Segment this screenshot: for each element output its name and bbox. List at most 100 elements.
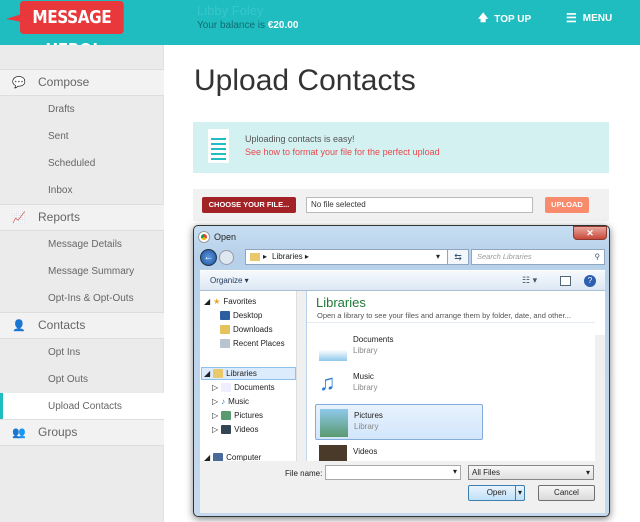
item-name: Videos bbox=[353, 447, 378, 456]
arrow-up-icon: 🡅 bbox=[478, 13, 489, 24]
refresh-icon[interactable]: ⇆ bbox=[447, 249, 469, 265]
sidebar-item-upload-contacts[interactable]: Upload Contacts bbox=[0, 393, 164, 420]
menu-label: MENU bbox=[582, 12, 613, 24]
close-button[interactable]: ✕ bbox=[573, 226, 607, 240]
back-arrow-icon[interactable]: ← bbox=[200, 249, 217, 266]
help-icon[interactable]: ? bbox=[584, 275, 596, 287]
sidebar-item-scheduled[interactable]: Scheduled bbox=[0, 150, 164, 177]
dialog-toolbar: Organize ▾ ☷ ▾ ? bbox=[200, 270, 605, 291]
sidebar-item-drafts[interactable]: Drafts bbox=[0, 96, 164, 123]
balance-label: Your balance is bbox=[197, 20, 266, 31]
pictures-icon bbox=[221, 411, 232, 420]
sidebar-section-reports[interactable]: 📈 Reports bbox=[0, 204, 164, 231]
library-item-videos[interactable]: Videos bbox=[315, 441, 475, 461]
file-type-select[interactable]: All Files ▾ bbox=[468, 465, 594, 480]
open-file-dialog: Open ✕ ← ▸ Libraries ▸ ▾ ⇆ Search Librarie… bbox=[193, 225, 610, 517]
upload-button[interactable]: UPLOAD bbox=[545, 197, 589, 213]
sidebar-section-compose[interactable]: 💬 Compose bbox=[0, 69, 164, 96]
chrome-icon bbox=[199, 232, 209, 242]
sidebar-item-inbox[interactable]: Inbox bbox=[0, 177, 164, 204]
library-item-documents[interactable]: Documents Library bbox=[315, 329, 475, 365]
nav-label: Pictures bbox=[234, 411, 264, 420]
nav-favorites[interactable]: ◢ ★ Favorites bbox=[204, 297, 256, 306]
content-scrollbar[interactable] bbox=[595, 335, 605, 461]
organize-button[interactable]: Organize ▾ bbox=[210, 276, 249, 285]
info-box: Uploading contacts is easy! See how to f… bbox=[193, 122, 609, 173]
search-input[interactable]: Search Libraries ⚲ bbox=[471, 249, 605, 265]
cancel-button[interactable]: Cancel bbox=[538, 485, 595, 501]
file-list: Libraries Open a library to see your fil… bbox=[307, 291, 605, 461]
forward-arrow-icon[interactable] bbox=[219, 250, 234, 265]
format-help-link[interactable]: See how to format your file for the perf… bbox=[245, 147, 440, 157]
choose-file-button[interactable]: CHOOSE YOUR FILE... bbox=[202, 197, 296, 213]
music-icon: ♪ bbox=[221, 397, 226, 406]
preview-pane-icon[interactable] bbox=[560, 276, 571, 286]
sidebar-item-opt-ins[interactable]: Opt Ins bbox=[0, 339, 164, 366]
nav-music[interactable]: ▷ ♪ Music bbox=[212, 397, 249, 406]
section-label: Contacts bbox=[38, 318, 86, 332]
divider bbox=[307, 322, 595, 323]
sidebar-item-message-details[interactable]: Message Details bbox=[0, 231, 164, 258]
sidebar-section-groups[interactable]: 👥 Groups bbox=[0, 419, 164, 446]
downloads-icon bbox=[220, 325, 230, 334]
videos-icon bbox=[221, 425, 232, 434]
sidebar-section-contacts[interactable]: 👤 Contacts bbox=[0, 312, 164, 339]
sidebar: 💬 Compose Drafts Sent Scheduled Inbox 📈 Re… bbox=[0, 45, 164, 522]
view-options-icon[interactable]: ☷ ▾ bbox=[522, 275, 537, 286]
sidebar-item-opt-ins-outs[interactable]: Opt-Ins & Opt-Outs bbox=[0, 285, 164, 312]
nav-scrollbar[interactable] bbox=[296, 291, 306, 461]
section-label: Groups bbox=[38, 425, 78, 439]
recent-places-icon bbox=[220, 339, 230, 348]
nav-videos[interactable]: ▷ Videos bbox=[212, 425, 258, 434]
nav-downloads[interactable]: Downloads bbox=[220, 325, 273, 334]
nav-libraries[interactable]: ◢ Libraries bbox=[204, 369, 257, 378]
library-item-music[interactable]: ♫ Music Library bbox=[315, 366, 475, 402]
nav-documents[interactable]: ▷ Documents bbox=[212, 383, 275, 392]
documents-icon bbox=[221, 383, 232, 392]
videos-library-icon bbox=[319, 445, 347, 461]
sidebar-item-opt-outs[interactable]: Opt Outs bbox=[0, 366, 164, 393]
nav-label: Documents bbox=[234, 383, 275, 392]
hamburger-icon: ☰ bbox=[566, 11, 577, 25]
top-up-label: TOP UP bbox=[494, 14, 532, 25]
file-type-value: All Files bbox=[472, 468, 501, 477]
section-label: Compose bbox=[38, 75, 90, 89]
top-up-button[interactable]: 🡅 TOP UP bbox=[478, 11, 531, 28]
nav-label: Music bbox=[228, 397, 250, 406]
desktop-icon bbox=[220, 311, 230, 320]
file-name-label: File name: bbox=[285, 469, 323, 478]
info-text: Uploading contacts is easy! bbox=[245, 134, 355, 144]
chevron-down-icon[interactable]: ▾ bbox=[453, 467, 457, 476]
group-icon: 👥 bbox=[12, 427, 26, 439]
nav-label: Recent Places bbox=[233, 339, 285, 348]
chevron-down-icon: ▾ bbox=[585, 468, 590, 477]
item-type: Library bbox=[354, 422, 379, 431]
music-library-icon: ♫ bbox=[319, 370, 336, 395]
dialog-footer: File name: ▾ All Files ▾ Open ▾ Cancel bbox=[200, 461, 605, 513]
star-icon: ★ bbox=[213, 297, 221, 306]
section-label: Reports bbox=[38, 210, 81, 224]
nav-pictures[interactable]: ▷ Pictures bbox=[212, 411, 263, 420]
sidebar-item-sent[interactable]: Sent bbox=[0, 123, 164, 150]
spreadsheet-icon bbox=[208, 129, 229, 163]
pictures-library-icon bbox=[320, 409, 348, 437]
file-name-display: No file selected bbox=[306, 197, 533, 213]
libraries-heading: Libraries bbox=[316, 295, 366, 310]
open-button[interactable]: Open ▾ bbox=[468, 485, 525, 501]
nav-desktop[interactable]: Desktop bbox=[220, 311, 262, 320]
address-text: Libraries bbox=[272, 252, 303, 261]
chevron-down-icon[interactable]: ▾ bbox=[514, 486, 522, 500]
library-item-pictures[interactable]: Pictures Library bbox=[315, 404, 483, 440]
nav-label: Desktop bbox=[233, 311, 263, 320]
item-name: Music bbox=[353, 372, 374, 381]
address-bar[interactable]: ▸ Libraries ▸ ▾ bbox=[245, 249, 469, 265]
nav-label: Downloads bbox=[233, 325, 273, 334]
file-name-input[interactable]: ▾ bbox=[325, 465, 461, 480]
sidebar-item-message-summary[interactable]: Message Summary bbox=[0, 258, 164, 285]
nav-label: Videos bbox=[234, 425, 259, 434]
logo[interactable]: MESSAGE HERO! bbox=[20, 1, 124, 61]
menu-button[interactable]: ☰ MENU bbox=[566, 11, 612, 25]
nav-recent-places[interactable]: Recent Places bbox=[220, 339, 285, 348]
item-type: Library bbox=[353, 346, 378, 355]
library-folder-icon bbox=[250, 253, 260, 261]
